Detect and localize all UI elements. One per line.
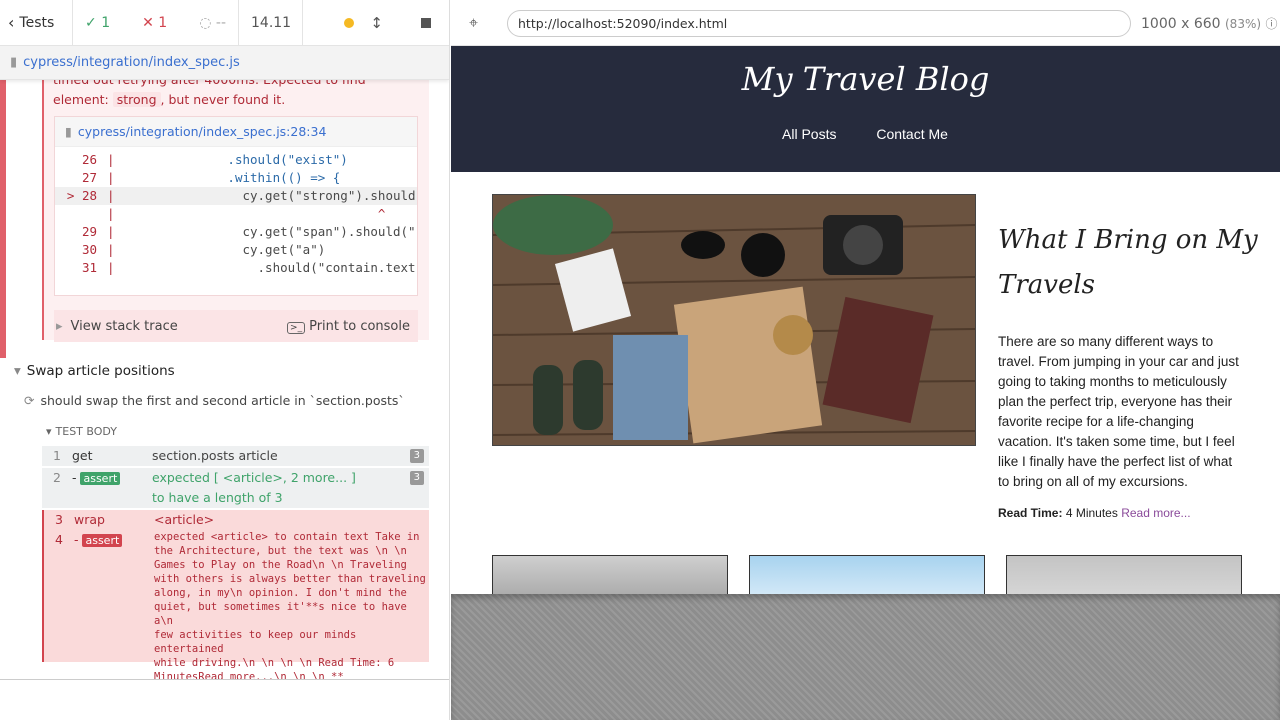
- command-failed-block[interactable]: 3 wrap <article> 4- assert expected <articl…: [42, 510, 429, 680]
- stats: ✓ 1 ✕ 1 ◌ --: [73, 0, 239, 46]
- article-body: There are so many different ways to trav…: [998, 334, 1239, 489]
- code-frame-link[interactable]: cypress/integration/index_spec.js:28:34: [78, 124, 327, 139]
- pending-stat: ◌ --: [199, 14, 226, 31]
- spec-path-link[interactable]: cypress/integration/index_spec.js: [23, 55, 240, 70]
- failed-stat: ✕ 1: [142, 14, 168, 31]
- code-line: 29 | cy.get("span").should(": [81, 224, 416, 239]
- code-line: 30 | cy.get("a"): [81, 242, 326, 257]
- passed-stat: ✓ 1: [85, 14, 111, 31]
- view-stack-trace-toggle[interactable]: ▸ View stack trace: [56, 319, 178, 334]
- running-indicator-icon: [344, 17, 355, 28]
- blog-title: My Travel Blog: [741, 60, 990, 98]
- code-line: 27 | .within(() => {: [81, 170, 341, 185]
- stack-trace-bar: ▸ View stack trace >_ Print to console: [54, 310, 418, 342]
- test-title[interactable]: ⟳ should swap the first and second articl…: [24, 393, 405, 408]
- command-log: timed out retrying after 4000ms: Expecte…: [0, 80, 449, 680]
- terminal-icon: >_: [287, 321, 306, 334]
- code-line: | ^: [107, 206, 386, 221]
- element-count-badge: 3: [409, 471, 424, 485]
- read-more-link[interactable]: Read more...: [1121, 506, 1190, 520]
- nav-contact-me[interactable]: Contact Me: [876, 126, 948, 142]
- command-assert-pass[interactable]: 2- assert expected [ <article>, 2 more...…: [42, 468, 429, 508]
- suite-title[interactable]: ▾ Swap article positions: [14, 363, 175, 379]
- app-preview-panel: ⌖ http://localhost:52090/index.html 1000…: [451, 0, 1280, 720]
- file-icon: ▮: [65, 124, 72, 139]
- print-to-console-button[interactable]: >_ Print to console: [287, 319, 410, 334]
- code-frame: ▮ cypress/integration/index_spec.js:28:3…: [54, 116, 418, 296]
- chevron-left-icon: ‹: [8, 13, 15, 32]
- auto-scroll-icon[interactable]: ↕: [370, 14, 383, 32]
- chevron-right-icon: ▸: [56, 318, 63, 334]
- divider: [0, 679, 449, 680]
- article-title: What I Bring on My Travels: [998, 225, 1258, 300]
- cross-icon: ✕: [142, 14, 154, 31]
- code-frame-file: ▮ cypress/integration/index_spec.js:28:3…: [55, 117, 417, 147]
- tests-label: Tests: [19, 14, 55, 31]
- runner-panel: ‹ Tests ✓ 1 ✕ 1 ◌ -- 14.11 ↕ ▮ cypress/i…: [0, 0, 450, 720]
- test-body-label[interactable]: ▾ TEST BODY: [46, 425, 117, 438]
- command-get[interactable]: 1 get section.posts article 3: [42, 446, 429, 466]
- element-count-badge: 3: [409, 449, 424, 463]
- blog-nav: All Posts Contact Me: [782, 126, 984, 142]
- article-thumbnail: [749, 555, 985, 594]
- app-under-test: My Travel Blog All Posts Contact Me What…: [451, 46, 1280, 594]
- chevron-down-icon: ▾: [46, 425, 52, 438]
- refresh-icon: ⟳: [24, 393, 35, 408]
- url-input[interactable]: http://localhost:52090/index.html: [507, 10, 1131, 37]
- duration: 14.11: [239, 0, 303, 46]
- code-line: 31 | .should("contain.text: [81, 260, 416, 275]
- viewport-size[interactable]: 1000 x 660 (83%) ⓘ: [1141, 15, 1278, 32]
- failed-test-indicator: [0, 80, 6, 358]
- assertion-error-text: expected <article> to contain text Take …: [154, 531, 426, 680]
- selector-playground-icon[interactable]: ⌖: [469, 13, 478, 33]
- info-icon: ⓘ: [1265, 17, 1278, 31]
- stop-button[interactable]: [421, 17, 431, 28]
- article-thumbnail: [1006, 555, 1242, 594]
- error-message: timed out retrying after 4000ms: Expecte…: [53, 80, 366, 107]
- read-time: Read Time: 4 Minutes Read more...: [998, 506, 1191, 520]
- check-icon: ✓: [85, 14, 97, 31]
- viewport-overflow-area: [451, 594, 1280, 720]
- pending-circle-icon: ◌: [199, 14, 212, 31]
- blog-header: My Travel Blog All Posts Contact Me: [451, 46, 1280, 172]
- url-bar: ⌖ http://localhost:52090/index.html 1000…: [451, 0, 1280, 46]
- file-icon: ▮: [10, 55, 18, 70]
- code-line: 26 | .should("exist"): [81, 152, 348, 167]
- runner-header: ‹ Tests ✓ 1 ✕ 1 ◌ -- 14.11 ↕: [0, 0, 449, 46]
- tests-button[interactable]: ‹ Tests: [0, 0, 73, 46]
- controls: ↕: [303, 0, 449, 46]
- nav-all-posts[interactable]: All Posts: [782, 126, 836, 142]
- article-hero-image: [492, 194, 976, 446]
- article-thumbnail: [492, 555, 728, 594]
- chevron-down-icon: ▾: [14, 363, 21, 379]
- code-line-highlighted: > 28 | cy.get("strong").should: [55, 187, 417, 205]
- spec-file-bar: ▮ cypress/integration/index_spec.js: [0, 46, 449, 80]
